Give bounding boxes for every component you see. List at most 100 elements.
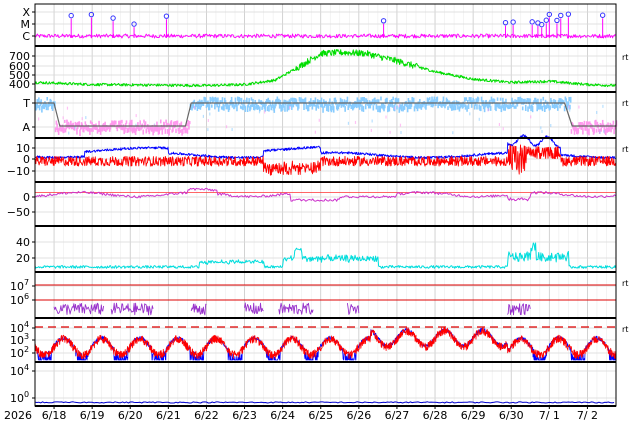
polarity-sample xyxy=(395,97,398,103)
polarity-sample xyxy=(599,122,602,128)
polarity-sample xyxy=(527,106,529,112)
panel-side-tag: rt xyxy=(622,279,628,288)
polarity-scatter xyxy=(314,130,316,134)
space-weather-chart: XMC700600500400rtTArt100−10rt0−50402010 7… xyxy=(4,3,628,422)
polarity-scatter xyxy=(569,108,571,112)
polarity-sample xyxy=(214,103,216,110)
polarity-sample xyxy=(248,98,250,105)
x-tick-label: 6/30 xyxy=(499,409,524,422)
polarity-sample xyxy=(465,97,468,101)
polarity-sample xyxy=(198,99,201,105)
polarity-sample xyxy=(521,98,523,105)
polarity-scatter xyxy=(577,127,579,131)
polarity-sample xyxy=(418,103,420,109)
polarity-sample xyxy=(606,127,609,133)
polarity-scatter xyxy=(272,107,274,111)
polarity-sample xyxy=(524,104,527,111)
polarity-sample xyxy=(542,96,545,101)
polarity-sample xyxy=(302,99,305,103)
polarity-sample xyxy=(386,97,388,103)
polarity-sample xyxy=(558,98,561,104)
polarity-sample xyxy=(569,96,572,103)
polarity-sample xyxy=(236,104,238,112)
polarity-scatter xyxy=(202,114,204,118)
polarity-sample xyxy=(477,97,480,102)
polarity-scatter xyxy=(502,127,504,131)
polarity-sample xyxy=(499,97,502,101)
electron-flux-red-line xyxy=(34,326,617,360)
polarity-sample xyxy=(396,105,398,110)
x-tick-label: 6/22 xyxy=(194,409,219,422)
polarity-scatter xyxy=(85,116,87,120)
polarity-scatter xyxy=(81,117,83,121)
polarity-scatter xyxy=(400,130,402,134)
polarity-sample xyxy=(228,105,231,111)
polarity-sample xyxy=(383,105,386,109)
y-tick-exponent: 0 xyxy=(24,390,29,399)
polarity-sample xyxy=(464,104,467,110)
polarity-sample xyxy=(379,105,382,113)
polarity-sample xyxy=(595,119,597,126)
polarity-scatter xyxy=(135,114,137,118)
flare-marker xyxy=(599,12,606,18)
y-tick-label: 10 xyxy=(10,365,24,378)
polarity-sample xyxy=(221,97,224,103)
polarity-sample xyxy=(249,104,252,110)
polarity-sample xyxy=(246,97,248,103)
polarity-sample xyxy=(475,98,478,103)
polarity-scatter xyxy=(452,131,454,135)
polarity-sample xyxy=(266,106,269,112)
polarity-sample xyxy=(556,105,559,111)
polarity-sample xyxy=(388,105,391,112)
polarity-sample xyxy=(159,127,161,131)
panel-frame-dst-index xyxy=(34,181,617,227)
polarity-scatter xyxy=(318,118,320,122)
polarity-sample xyxy=(159,119,162,124)
polarity-sample xyxy=(428,97,431,101)
polarity-scatter xyxy=(347,121,350,125)
x-tick-label: 6/20 xyxy=(118,409,143,422)
y-tick-label: A xyxy=(22,121,30,134)
polarity-sample xyxy=(510,105,513,109)
polarity-sample xyxy=(552,104,554,109)
y-tick-exponent: 6 xyxy=(24,292,29,301)
flare-marker xyxy=(543,17,549,23)
polarity-sample xyxy=(505,98,507,103)
polarity-sample xyxy=(499,103,501,109)
polarity-sample xyxy=(463,97,466,102)
polarity-scatter xyxy=(550,123,552,127)
polarity-sample xyxy=(496,97,499,101)
polarity-scatter xyxy=(38,117,40,121)
y-tick-exponent: 7 xyxy=(24,278,29,287)
y-tick-exponent: 4 xyxy=(24,320,29,329)
polarity-sample xyxy=(78,121,81,127)
polarity-sample xyxy=(466,105,468,112)
polarity-sample xyxy=(362,106,365,112)
polarity-sample xyxy=(98,120,100,126)
polarity-sample xyxy=(283,99,286,105)
x-tick-label: 6/29 xyxy=(461,409,486,422)
dst-line xyxy=(34,187,616,202)
polarity-sample xyxy=(290,97,292,102)
polarity-sample xyxy=(600,127,602,132)
panel-frame-proton-flux xyxy=(34,271,617,319)
polarity-sample xyxy=(244,106,247,112)
polarity-sample xyxy=(311,104,314,110)
polarity-sample xyxy=(332,106,335,113)
polarity-sample xyxy=(204,97,207,103)
polarity-sample xyxy=(213,97,215,102)
polarity-sample xyxy=(531,106,534,113)
polarity-sample xyxy=(582,127,584,135)
polarity-scatter xyxy=(487,108,489,112)
polarity-sample xyxy=(139,120,141,125)
polarity-sample xyxy=(587,121,590,125)
flare-marker xyxy=(110,15,116,21)
polarity-scatter xyxy=(66,106,69,110)
polarity-sample xyxy=(376,99,378,103)
polarity-sample xyxy=(607,122,609,126)
polarity-sample xyxy=(436,96,439,103)
polarity-sample xyxy=(489,105,492,111)
polarity-sample xyxy=(40,99,42,105)
x-tick-label: 7/ 2 xyxy=(577,409,598,422)
polarity-sample xyxy=(521,106,524,111)
